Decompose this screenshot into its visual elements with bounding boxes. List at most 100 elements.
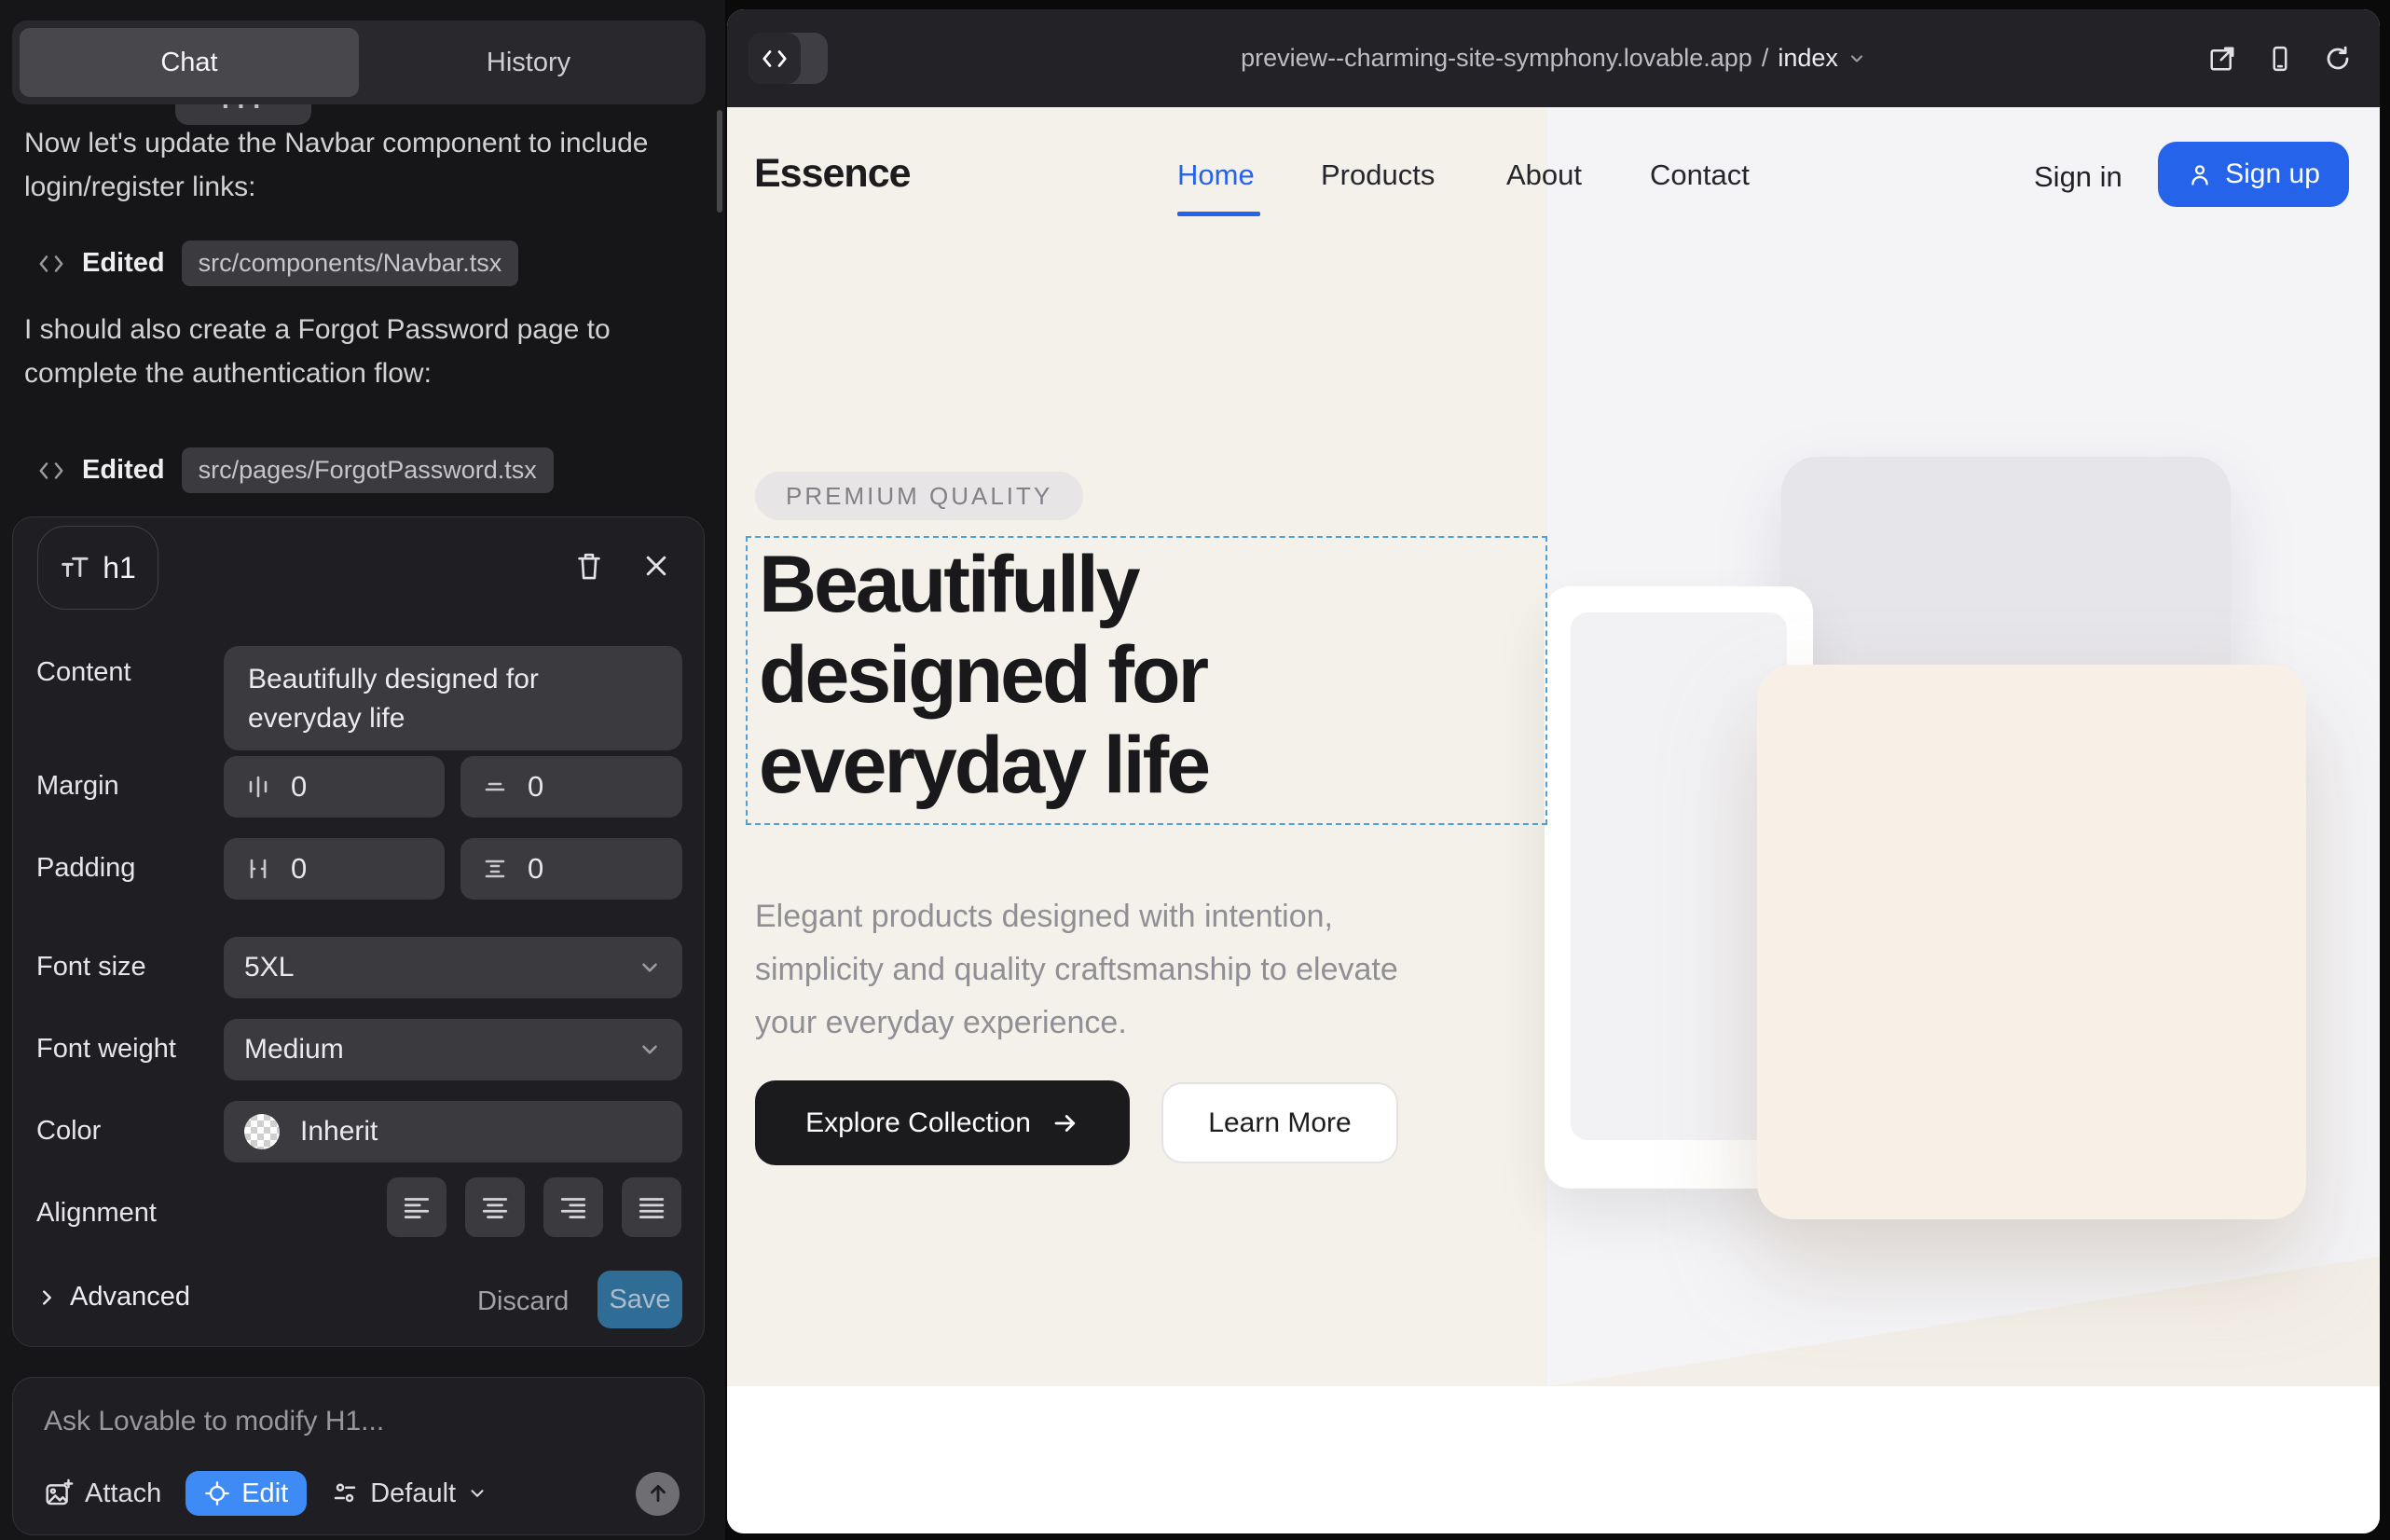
color-label: Color xyxy=(36,1116,101,1147)
padding-x-input[interactable]: 0 xyxy=(224,838,445,900)
hero-card-white-inner xyxy=(1571,612,1787,1140)
align-right-button[interactable] xyxy=(543,1177,603,1237)
save-button[interactable]: Save xyxy=(598,1271,682,1328)
edited-file-row[interactable]: Edited src/pages/ForgotPassword.tsx xyxy=(37,447,554,493)
tab-chat[interactable]: Chat xyxy=(20,28,359,97)
code-icon xyxy=(37,459,65,483)
align-left-icon xyxy=(402,1192,432,1222)
margin-y-input[interactable]: 0 xyxy=(460,756,682,818)
sidebar-scrollbar[interactable] xyxy=(717,110,722,213)
url-bar[interactable]: preview--charming-site-symphony.lovable.… xyxy=(727,9,2380,107)
composer-input[interactable]: Ask Lovable to modify H1... xyxy=(44,1406,384,1437)
user-icon xyxy=(2187,161,2213,187)
margin-label: Margin xyxy=(36,771,119,802)
sign-up-button[interactable]: Sign up xyxy=(2158,142,2349,207)
padding-vertical-icon xyxy=(481,855,509,883)
preview-panel: preview--charming-site-symphony.lovable.… xyxy=(727,9,2380,1533)
padding-x-value: 0 xyxy=(291,852,307,886)
url-separator: / xyxy=(1762,44,1769,73)
selected-element-outline[interactable]: Beautifully designed for everyday life xyxy=(746,536,1547,825)
discard-button[interactable]: Discard xyxy=(472,1286,574,1318)
composer-toolbar: Attach Edit Defaul xyxy=(44,1471,680,1516)
hero-description: Elegant products designed with intention… xyxy=(755,890,1449,1050)
default-label: Default xyxy=(370,1478,456,1509)
arrow-right-icon xyxy=(1051,1109,1079,1137)
send-button[interactable] xyxy=(636,1472,680,1516)
content-input[interactable]: Beautifully designed for everyday life xyxy=(224,646,682,750)
file-chip[interactable]: src/components/Navbar.tsx xyxy=(182,241,519,286)
refresh-button[interactable] xyxy=(2324,45,2352,73)
nav-link-products[interactable]: Products xyxy=(1321,158,1435,192)
font-weight-value: Medium xyxy=(244,1034,638,1066)
assistant-message: Now let's update the Navbar component to… xyxy=(24,121,677,209)
arrow-up-icon xyxy=(646,1481,670,1506)
selected-element-badge[interactable]: h1 xyxy=(37,526,158,610)
attach-image-icon xyxy=(44,1478,74,1508)
padding-label: Padding xyxy=(36,853,135,884)
chevron-down-icon xyxy=(1847,49,1866,68)
edit-mode-button[interactable]: Edit xyxy=(185,1471,307,1516)
app: ... Chat History Now let's update the Na… xyxy=(0,0,2390,1540)
explore-collection-label: Explore Collection xyxy=(805,1107,1031,1139)
margin-vertical-icon xyxy=(481,773,509,801)
trash-icon xyxy=(574,550,604,582)
margin-x-input[interactable]: 0 xyxy=(224,756,445,818)
margin-x-value: 0 xyxy=(291,770,307,804)
code-icon xyxy=(37,252,65,276)
align-justify-button[interactable] xyxy=(622,1177,681,1237)
hero-heading[interactable]: Beautifully designed for everyday life xyxy=(759,540,1355,811)
site-logo[interactable]: Essence xyxy=(754,151,911,197)
explore-collection-button[interactable]: Explore Collection xyxy=(755,1080,1130,1165)
font-weight-label: Font weight xyxy=(36,1034,176,1065)
nav-link-home[interactable]: Home xyxy=(1177,158,1255,192)
advanced-toggle[interactable]: Advanced xyxy=(36,1282,190,1313)
sign-up-label: Sign up xyxy=(2225,158,2320,190)
tab-history[interactable]: History xyxy=(359,28,698,97)
close-icon xyxy=(642,552,670,580)
file-chip[interactable]: src/pages/ForgotPassword.tsx xyxy=(182,447,554,493)
color-select[interactable]: Inherit xyxy=(224,1101,682,1162)
sliders-icon xyxy=(331,1479,359,1507)
padding-y-input[interactable]: 0 xyxy=(460,838,682,900)
chat-composer: Ask Lovable to modify H1... Attach xyxy=(12,1377,705,1535)
chevron-right-icon xyxy=(36,1287,57,1308)
padding-y-value: 0 xyxy=(528,852,543,886)
font-size-select[interactable]: 5XL xyxy=(224,937,682,998)
nav-link-about[interactable]: About xyxy=(1506,158,1582,192)
edited-file-row[interactable]: Edited src/components/Navbar.tsx xyxy=(37,241,518,286)
preview-viewport: Essence Home Products About Contact Sign… xyxy=(727,107,2380,1533)
chevron-down-icon xyxy=(638,1038,662,1062)
refresh-icon xyxy=(2324,45,2352,73)
mobile-view-button[interactable] xyxy=(2266,45,2294,73)
align-center-icon xyxy=(480,1192,510,1222)
attach-button[interactable]: Attach xyxy=(44,1478,161,1509)
open-external-button[interactable] xyxy=(2208,45,2236,73)
font-weight-select[interactable]: Medium xyxy=(224,1019,682,1080)
color-value: Inherit xyxy=(300,1116,662,1148)
alignment-label: Alignment xyxy=(36,1198,157,1229)
external-link-icon xyxy=(2208,45,2236,73)
align-justify-icon xyxy=(637,1192,666,1222)
font-size-value: 5XL xyxy=(244,952,638,983)
advanced-label: Advanced xyxy=(70,1282,190,1313)
edited-action-label: Edited xyxy=(82,455,165,486)
hero-card-cream xyxy=(1757,665,2306,1219)
font-size-label: Font size xyxy=(36,952,146,983)
align-center-button[interactable] xyxy=(465,1177,525,1237)
align-right-icon xyxy=(558,1192,588,1222)
active-nav-underline xyxy=(1177,212,1260,216)
close-editor-button[interactable] xyxy=(636,545,677,586)
margin-horizontal-icon xyxy=(244,773,272,801)
chevron-down-icon xyxy=(467,1483,488,1504)
delete-element-button[interactable] xyxy=(569,545,610,586)
transparency-swatch-icon xyxy=(244,1114,280,1149)
nav-link-contact[interactable]: Contact xyxy=(1650,158,1750,192)
chrome-actions xyxy=(2208,9,2352,107)
learn-more-button[interactable]: Learn More xyxy=(1161,1082,1398,1163)
preview-domain: preview--charming-site-symphony.lovable.… xyxy=(1241,44,1752,73)
align-left-button[interactable] xyxy=(387,1177,446,1237)
sign-in-link[interactable]: Sign in xyxy=(2034,160,2122,194)
padding-horizontal-icon xyxy=(244,855,272,883)
default-mode-select[interactable]: Default xyxy=(331,1478,488,1509)
edited-action-label: Edited xyxy=(82,248,165,279)
